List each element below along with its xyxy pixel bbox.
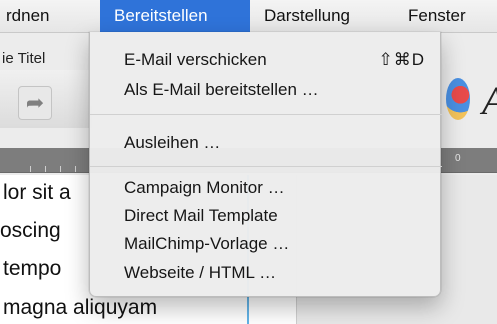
document-line: oscing [0,219,61,242]
menu-item-mailchimp-vorlage[interactable]: MailChimp-Vorlage … [124,234,289,254]
menu-item-ausleihen[interactable]: Ausleihen … [124,133,220,153]
menu-item-label: Webseite / HTML … [124,263,277,282]
document-line: magna aliquyam [3,296,158,319]
document-line: lor sit a [3,181,71,204]
menu-item-label: Direct Mail Template [124,206,278,225]
redo-button[interactable]: ➦ [18,86,52,120]
menu-anordnen[interactable]: rdnen [0,0,100,32]
menu-bar: rdnen Bereitstellen Darstellung Fenster [0,0,497,33]
menu-bereitstellen[interactable]: Bereitstellen [100,0,250,32]
menu-darstellung[interactable]: Darstellung [254,0,374,32]
color-icon[interactable] [446,78,470,120]
document-line: tempo [3,257,62,280]
menu-item-email-verschicken[interactable]: E-Mail verschicken [124,50,267,70]
menu-separator [90,166,442,167]
menu-fenster[interactable]: Fenster [398,0,497,32]
menu-item-label: MailChimp-Vorlage … [124,234,290,253]
menu-item-label: Als E-Mail bereitstellen … [124,80,319,99]
menu-item-label: Campaign Monitor … [124,178,285,197]
menu-item-label: E-Mail verschicken [124,50,267,69]
redo-icon: ➦ [25,90,45,115]
shortcut-label: ⇧⌘D [378,50,425,69]
document-title: ie Titel [2,50,46,67]
menu-separator [90,114,442,115]
menu-item-campaign-monitor[interactable]: Campaign Monitor … [124,178,285,198]
bereitstellen-dropdown: E-Mail verschicken ⇧⌘D Als E-Mail bereit… [89,32,442,297]
menu-item-label: Ausleihen … [124,133,221,152]
menu-item-direct-mail-template[interactable]: Direct Mail Template [124,206,278,226]
font-icon[interactable]: A [482,77,497,124]
menu-item-als-email-bereitstellen[interactable]: Als E-Mail bereitstellen … [124,80,319,100]
ruler-number: 0 [455,153,461,164]
menu-item-webseite-html[interactable]: Webseite / HTML … [124,263,276,283]
